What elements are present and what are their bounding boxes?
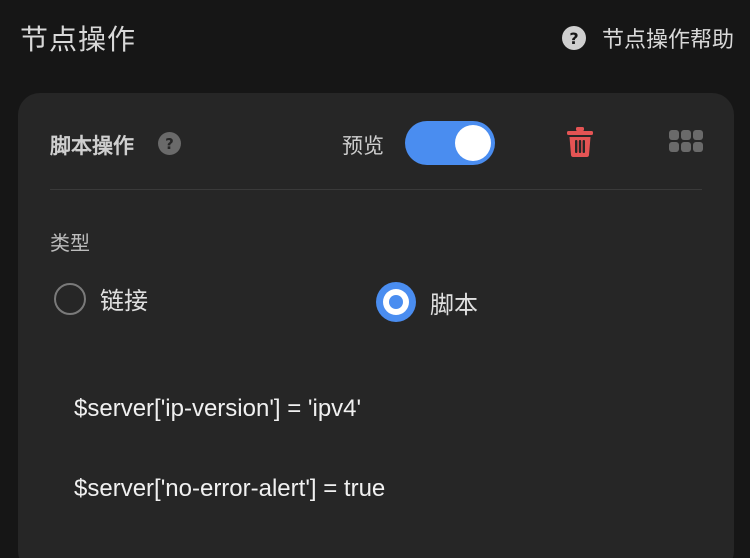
question-circle-icon: ?	[561, 26, 586, 50]
page-header: 节点操作 ? 节点操作帮助	[0, 0, 750, 80]
page-title: 节点操作	[20, 23, 137, 56]
trash-icon-svg	[567, 127, 593, 157]
drag-dot	[681, 142, 691, 152]
help-link[interactable]: ? 节点操作帮助	[561, 22, 734, 54]
radio-option-script[interactable]: 脚本	[376, 282, 478, 322]
drag-dot	[669, 130, 679, 140]
divider	[50, 189, 702, 190]
drag-handle-icon[interactable]	[669, 130, 703, 154]
code-line: $server['no-error-alert'] = true	[74, 475, 386, 502]
type-label: 类型	[50, 231, 90, 255]
question-circle-icon[interactable]: ?	[158, 132, 181, 155]
radio-unchecked-icon	[54, 282, 86, 315]
drag-dot	[681, 130, 691, 140]
code-line: $server['ip-version'] = 'ipv4'	[74, 395, 362, 422]
trash-icon[interactable]	[567, 127, 593, 157]
toggle-knob	[455, 125, 491, 161]
radio-label: 脚本	[430, 290, 478, 319]
script-action-card: 脚本操作 ? 预览 类型 链接 脚本 $server['ip-version']…	[18, 93, 734, 558]
radio-checked-icon	[376, 282, 416, 322]
radio-option-link[interactable]: 链接	[54, 281, 148, 316]
drag-dot	[693, 130, 703, 140]
drag-dot	[693, 142, 703, 152]
radio-dot	[389, 295, 403, 309]
preview-label: 预览	[342, 134, 384, 158]
radio-label: 链接	[100, 287, 148, 315]
script-editor[interactable]: $server['ip-version'] = 'ipv4' $server['…	[74, 389, 694, 539]
radio-ring	[383, 289, 409, 315]
preview-toggle[interactable]	[405, 121, 495, 165]
help-link-label: 节点操作帮助	[601, 28, 734, 53]
card-title: 脚本操作	[50, 134, 134, 158]
page: 节点操作 ? 节点操作帮助 脚本操作 ? 预览 类型 链接 脚本 $server…	[0, 0, 750, 558]
drag-dot	[669, 142, 679, 152]
